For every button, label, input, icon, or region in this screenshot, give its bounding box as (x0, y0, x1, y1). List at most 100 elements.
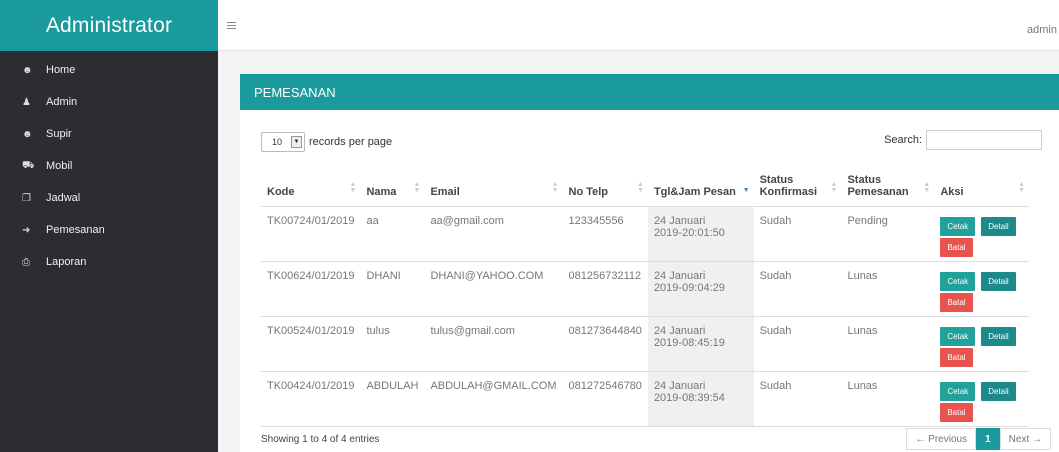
cell-kode: TK00424/01/2019 (261, 371, 361, 427)
brand-title[interactable]: Administrator (0, 0, 218, 51)
cell-telp: 081256732112 (562, 261, 648, 317)
search-label: Search: (884, 134, 922, 146)
pagination: ← Previous 1 Next → (906, 428, 1051, 450)
table-header-row: Kode ▲ ▼ Nama ▲ ▼ Email ▲ ▼ No Telp ▲ ▼ Tgl&Jam … (261, 160, 1029, 207)
batal-button[interactable]: Batal (940, 347, 973, 367)
cell-email: ABDULAH@GMAIL.COM (424, 371, 563, 427)
sidebar-item-label: Mobil (46, 160, 73, 172)
cell-kode: TK00724/01/2019 (261, 206, 361, 262)
cell-nama: tulus (360, 316, 425, 372)
sidebar-item-home[interactable]: ☻ Home (0, 54, 218, 86)
sidebar-item-jadwal[interactable]: ❐ Jadwal (0, 182, 218, 214)
th-email[interactable]: Email ▲ ▼ (424, 160, 563, 207)
cell-telp: 081272546780 (562, 371, 648, 427)
orders-table: Kode ▲ ▼ Nama ▲ ▼ Email ▲ ▼ No Telp ▲ ▼ Tgl&Jam … (261, 160, 1029, 427)
sort-icon: ▲ ▼ (551, 180, 559, 194)
sort-icon: ▲ ▼ (637, 180, 644, 194)
cell-tgl: 24 Januari 2019-08:45:19 (647, 316, 754, 372)
cell-kode: TK00524/01/2019 (261, 316, 361, 372)
table-row: TK00524/01/2019 tulus tulus@gmail.com 08… (261, 316, 1029, 372)
sidebar-item-label: Home (46, 64, 76, 76)
sidebar-item-mobil[interactable]: ⛟ Mobil (0, 150, 218, 182)
cell-pemesanan: Lunas (841, 316, 935, 372)
table-row: TK00624/01/2019 DHANI DHANI@YAHOO.COM 08… (261, 261, 1029, 317)
th-pemesanan[interactable]: Status Pemesanan ▲ ▼ (841, 160, 935, 207)
print-icon: ⎙ (22, 256, 30, 268)
sidebar-item-label: Admin (46, 96, 78, 108)
table-row: TK00724/01/2019 aa aa@gmail.com 12334555… (261, 206, 1029, 262)
th-konfirmasi[interactable]: Status Konfirmasi ▲ ▼ (753, 160, 842, 207)
sort-icon: ▲ ▼ (349, 180, 357, 194)
cetak-button[interactable]: Cetak (940, 381, 976, 401)
sign-in-icon: ➜ (22, 224, 31, 236)
dashboard-icon: ☻ (22, 64, 33, 76)
search: Search: (884, 130, 1042, 150)
records-per-page: 10 ▼ records per page (261, 132, 392, 152)
cell-konfirmasi: Sudah (753, 371, 842, 427)
th-aksi[interactable]: Aksi ▲ ▼ (934, 160, 1029, 207)
cell-telp: 081273644840 (562, 316, 648, 372)
prev-page-button[interactable]: ← Previous (906, 428, 977, 450)
records-per-page-select[interactable]: 10 ▼ (261, 132, 305, 152)
cell-nama: ABDULAH (360, 371, 425, 427)
sort-icon: ▲ ▼ (923, 180, 931, 194)
car-icon: ⛟ (22, 159, 35, 171)
cell-nama: aa (360, 206, 425, 262)
detail-button[interactable]: Detail (981, 271, 1016, 291)
sort-icon: ▲ ▼ (1018, 180, 1025, 194)
records-per-page-value: 10 (272, 137, 283, 147)
sidebar-item-pemesanan[interactable]: ➜ Pemesanan (0, 214, 218, 246)
dashboard-icon: ☻ (22, 128, 33, 140)
sidebar-item-label: Laporan (46, 256, 87, 268)
sidebar: Administrator ☻ Home ♟ Admin ☻ Supir ⛟ Mobil… (0, 0, 218, 452)
cell-aksi: Cetak Detail Batal (934, 261, 1029, 317)
cell-konfirmasi: Sudah (753, 316, 842, 372)
cell-telp: 123345556 (562, 206, 648, 262)
table-info: Showing 1 to 4 of 4 entries (261, 434, 380, 445)
cell-tgl: 24 Januari 2019-20:01:50 (647, 206, 754, 262)
detail-button[interactable]: Detail (981, 381, 1016, 401)
cell-kode: TK00624/01/2019 (261, 261, 361, 317)
sidebar-item-admin[interactable]: ♟ Admin (0, 86, 218, 118)
cell-pemesanan: Lunas (841, 371, 935, 427)
cell-email: tulus@gmail.com (424, 316, 563, 372)
table-row: TK00424/01/2019 ABDULAH ABDULAH@GMAIL.CO… (261, 371, 1029, 427)
panel-title: PEMESANAN (240, 74, 1059, 110)
batal-button[interactable]: Batal (940, 402, 973, 422)
search-input[interactable] (926, 130, 1042, 150)
th-kode[interactable]: Kode ▲ ▼ (261, 160, 361, 207)
batal-button[interactable]: Batal (940, 292, 973, 312)
cetak-button[interactable]: Cetak (940, 216, 976, 236)
cell-nama: DHANI (360, 261, 425, 317)
cell-email: aa@gmail.com (424, 206, 563, 262)
sidebar-item-laporan[interactable]: ⎙ Laporan (0, 246, 218, 278)
th-nama[interactable]: Nama ▲ ▼ (360, 160, 425, 207)
sidebar-nav: ☻ Home ♟ Admin ☻ Supir ⛟ Mobil ❐ Jadwal ➜ Peme… (0, 51, 218, 278)
topbar: admin (218, 0, 1059, 51)
th-tgl[interactable]: Tgl&Jam Pesan ▼ (647, 160, 754, 207)
detail-button[interactable]: Detail (981, 216, 1016, 236)
page-1-button[interactable]: 1 (976, 428, 1000, 450)
menu-toggle-icon[interactable] (227, 22, 236, 31)
user-menu[interactable]: admin (1027, 24, 1057, 36)
cetak-button[interactable]: Cetak (940, 326, 976, 346)
sidebar-item-label: Supir (46, 128, 72, 140)
th-telp[interactable]: No Telp ▲ ▼ (562, 160, 648, 207)
sidebar-item-supir[interactable]: ☻ Supir (0, 118, 218, 150)
sort-icon: ▲ ▼ (413, 180, 421, 194)
cell-konfirmasi: Sudah (753, 261, 842, 317)
cell-email: DHANI@YAHOO.COM (424, 261, 563, 317)
sort-desc-icon: ▼ (742, 186, 750, 194)
sort-icon: ▲ ▼ (830, 180, 838, 194)
cell-tgl: 24 Januari 2019-09:04:29 (647, 261, 754, 317)
cell-tgl: 24 Januari 2019-08:39:54 (647, 371, 754, 427)
pemesanan-panel: PEMESANAN 10 ▼ records per page Search: … (240, 74, 1059, 452)
cetak-button[interactable]: Cetak (940, 271, 976, 291)
detail-button[interactable]: Detail (981, 326, 1016, 346)
user-icon: ♟ (22, 96, 31, 108)
chevron-down-icon: ▼ (291, 136, 302, 148)
next-page-button[interactable]: Next → (999, 428, 1051, 450)
copy-icon: ❐ (22, 192, 31, 204)
batal-button[interactable]: Batal (940, 237, 973, 257)
cell-aksi: Cetak Detail Batal (934, 316, 1029, 372)
